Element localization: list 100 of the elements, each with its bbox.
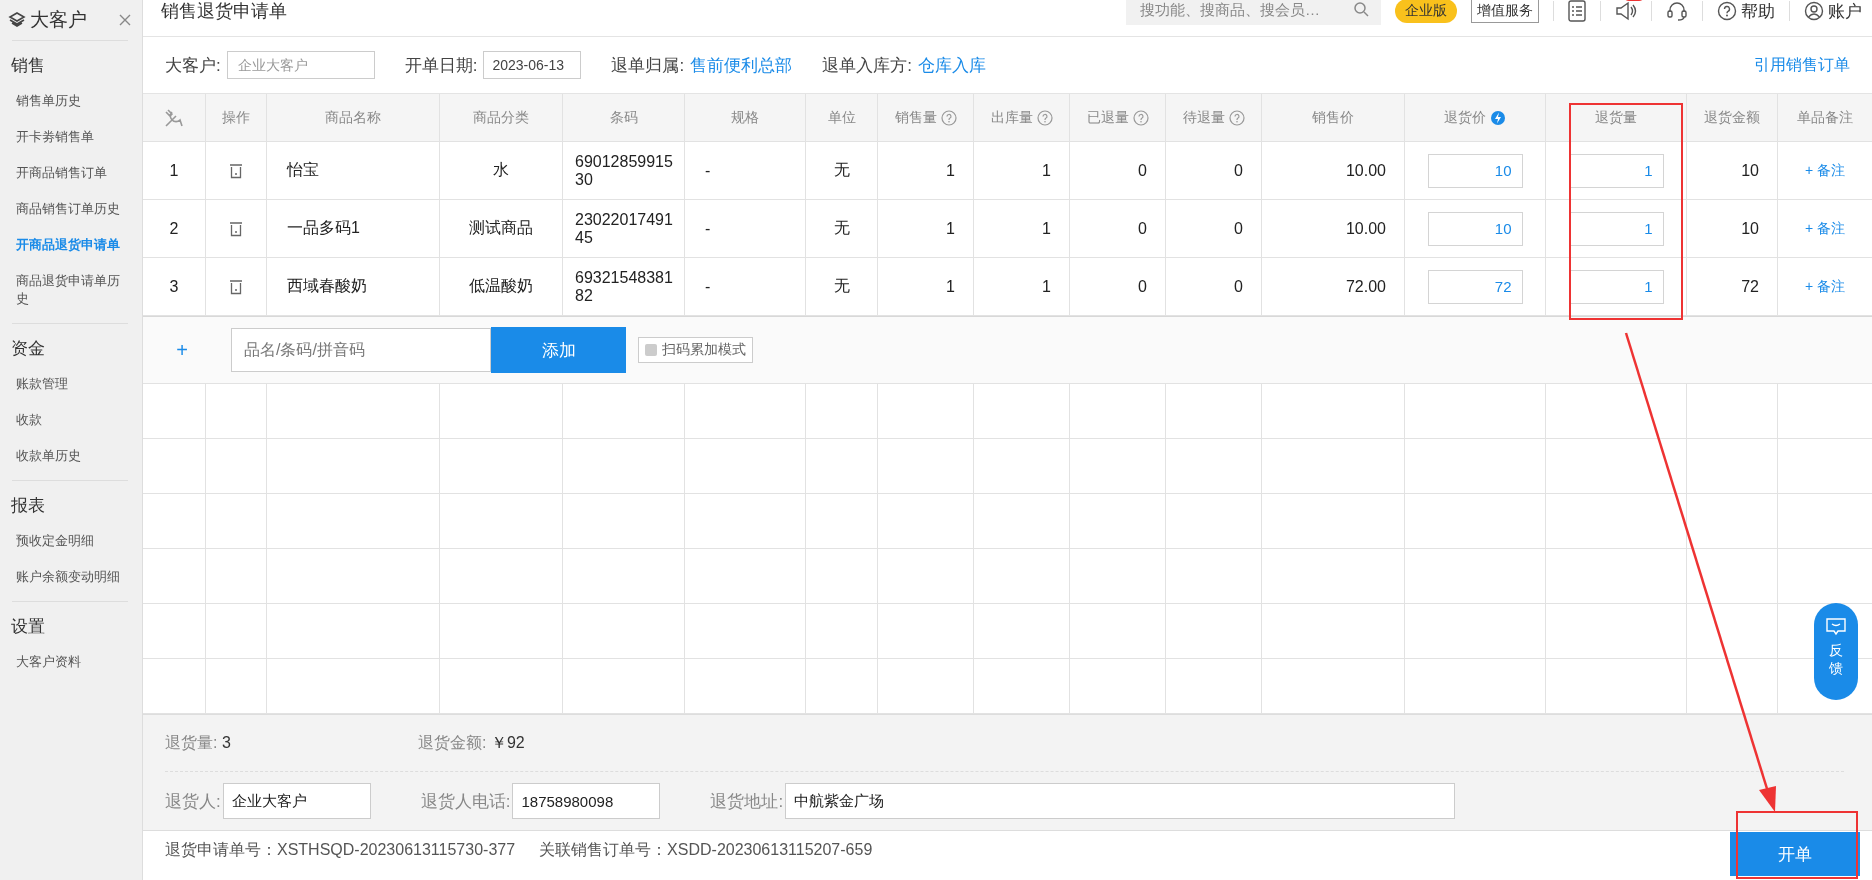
table-cell: 0 [1166, 142, 1262, 199]
checklist-icon[interactable] [1568, 0, 1586, 22]
user-icon [1804, 1, 1824, 21]
section-title: 设置 [11, 616, 46, 638]
table-cell: - [685, 200, 806, 257]
edition-badge[interactable]: 企业版 [1395, 0, 1457, 23]
table-cell: 10.00 [1262, 142, 1405, 199]
table-cell: 10 [1687, 142, 1778, 199]
contact-field[interactable]: 企业大客户 [222, 783, 371, 819]
return-quantity-field[interactable]: 1 [1568, 153, 1664, 188]
contact-field[interactable]: 18758980098 [512, 783, 661, 819]
help-icon[interactable] [1132, 109, 1149, 126]
quote-order-link[interactable]: 引用销售订单 [1754, 54, 1850, 76]
field-label: 退货地址: [710, 790, 784, 813]
table-cell: 低温酸奶 [440, 258, 563, 315]
filter-link[interactable]: 售前便利总部 [690, 53, 793, 77]
service-button[interactable]: 增值服务 [1471, 0, 1539, 23]
order-number: 退货申请单号：XSTHSQD-20230613115730-377 [165, 840, 516, 860]
field-label: 退货人: [165, 790, 221, 813]
return-price-field[interactable]: 10 [1427, 153, 1523, 188]
column-header: 条码 [609, 108, 638, 127]
submit-button[interactable]: 开单 [1730, 832, 1860, 876]
help-icon[interactable] [940, 109, 957, 126]
table-cell: 2302201749145 [563, 200, 685, 257]
column-header: 销售量 [894, 108, 937, 127]
product-search-field[interactable]: 品名/条码/拼音码 [231, 328, 491, 372]
table-cell: 西域春酸奶 [267, 258, 440, 315]
filter-label: 开单日期: [404, 54, 478, 77]
field-label: 退货人电话: [420, 790, 511, 813]
sidebar-item[interactable]: 商品退货申请单历史 [12, 263, 128, 317]
return-quantity-field[interactable]: 1 [1568, 269, 1664, 304]
add-note-link[interactable]: + 备注 [1804, 219, 1846, 238]
table-cell: 6932154838182 [563, 258, 685, 315]
table-cell: - [685, 258, 806, 315]
table-cell: 测试商品 [440, 200, 563, 257]
table-cell: 无 [806, 142, 878, 199]
date-field[interactable]: 2023-06-13 [483, 51, 582, 79]
tools-icon[interactable] [163, 106, 185, 129]
customer-field[interactable]: 企业大客户 [226, 51, 375, 79]
table-cell: 1 [974, 142, 1070, 199]
search-icon[interactable] [1353, 1, 1369, 17]
table-cell: 怡宝 [267, 142, 440, 199]
account-link[interactable]: 账户 [1804, 0, 1862, 23]
summary-text: 退货金额: ￥92 [418, 732, 526, 753]
contact-field[interactable]: 中航紫金广场 [785, 783, 1456, 819]
logo-icon [8, 11, 26, 29]
trash-icon[interactable] [229, 278, 243, 295]
filter-link[interactable]: 仓库入库 [917, 53, 986, 77]
table-cell: 1 [974, 258, 1070, 315]
table-cell: 10 [1687, 200, 1778, 257]
return-quantity-field[interactable]: 1 [1568, 211, 1664, 246]
feedback-button[interactable]: 反馈 [1814, 603, 1858, 700]
sidebar-item[interactable]: 收款 [12, 402, 128, 438]
return-price-field[interactable]: 72 [1427, 269, 1523, 304]
chat-bubble-icon [1825, 617, 1847, 637]
table-cell: 0 [1166, 200, 1262, 257]
sidebar-item[interactable]: 开商品销售订单 [12, 155, 128, 191]
help-icon[interactable] [1036, 109, 1053, 126]
sidebar-item[interactable]: 账户余额变动明细 [12, 559, 128, 595]
sidebar-item[interactable]: 商品销售订单历史 [12, 191, 128, 227]
trash-icon[interactable] [229, 162, 243, 179]
column-header: 已退量 [1086, 108, 1129, 127]
add-note-link[interactable]: + 备注 [1804, 277, 1846, 296]
table-cell: 0 [1070, 142, 1166, 199]
sidebar-item[interactable]: 大客户资料 [12, 644, 128, 680]
headset-icon[interactable] [1666, 0, 1688, 22]
sidebar-item[interactable]: 开卡劵销售单 [12, 119, 128, 155]
summary-text: 退货量: 3 [165, 732, 232, 753]
sidebar-item[interactable]: 预收定金明细 [12, 523, 128, 559]
return-price-field[interactable]: 10 [1427, 211, 1523, 246]
section-title: 报表 [11, 495, 46, 517]
table-cell: 1 [878, 200, 974, 257]
sidebar-item[interactable]: 收款单历史 [12, 438, 128, 474]
sidebar-item[interactable]: 销售单历史 [12, 83, 128, 119]
table-cell: - [685, 142, 806, 199]
table-cell: 1 [974, 200, 1070, 257]
scan-mode-checkbox[interactable]: 扫码累加模式 [638, 337, 753, 363]
help-icon [1717, 1, 1737, 21]
add-button[interactable]: 添加 [491, 327, 626, 373]
column-header: 销售价 [1312, 108, 1354, 127]
trash-icon[interactable] [229, 220, 243, 237]
filter-label: 退单归属: [611, 54, 685, 77]
table-cell: 72 [1687, 258, 1778, 315]
lightning-icon[interactable] [1490, 109, 1506, 126]
help-link[interactable]: 帮助 [1717, 0, 1775, 23]
column-header: 单位 [827, 108, 856, 127]
table-cell: 72.00 [1262, 258, 1405, 315]
section-title: 销售 [11, 55, 46, 77]
table-cell: 0 [1070, 200, 1166, 257]
order-number: 关联销售订单号：XSDD-20230613115207-659 [539, 840, 873, 860]
column-header: 出库量 [990, 108, 1033, 127]
column-header: 退货量 [1595, 108, 1637, 127]
help-icon[interactable] [1228, 109, 1245, 126]
sidebar-item[interactable]: 账款管理 [12, 366, 128, 402]
megaphone-icon[interactable] [1615, 1, 1637, 21]
search-field[interactable]: 搜功能、搜商品、搜会员… [1126, 0, 1381, 25]
add-note-link[interactable]: + 备注 [1804, 161, 1846, 180]
table-cell: 1 [878, 258, 974, 315]
close-icon[interactable] [118, 13, 132, 27]
column-header: 规格 [731, 108, 759, 127]
